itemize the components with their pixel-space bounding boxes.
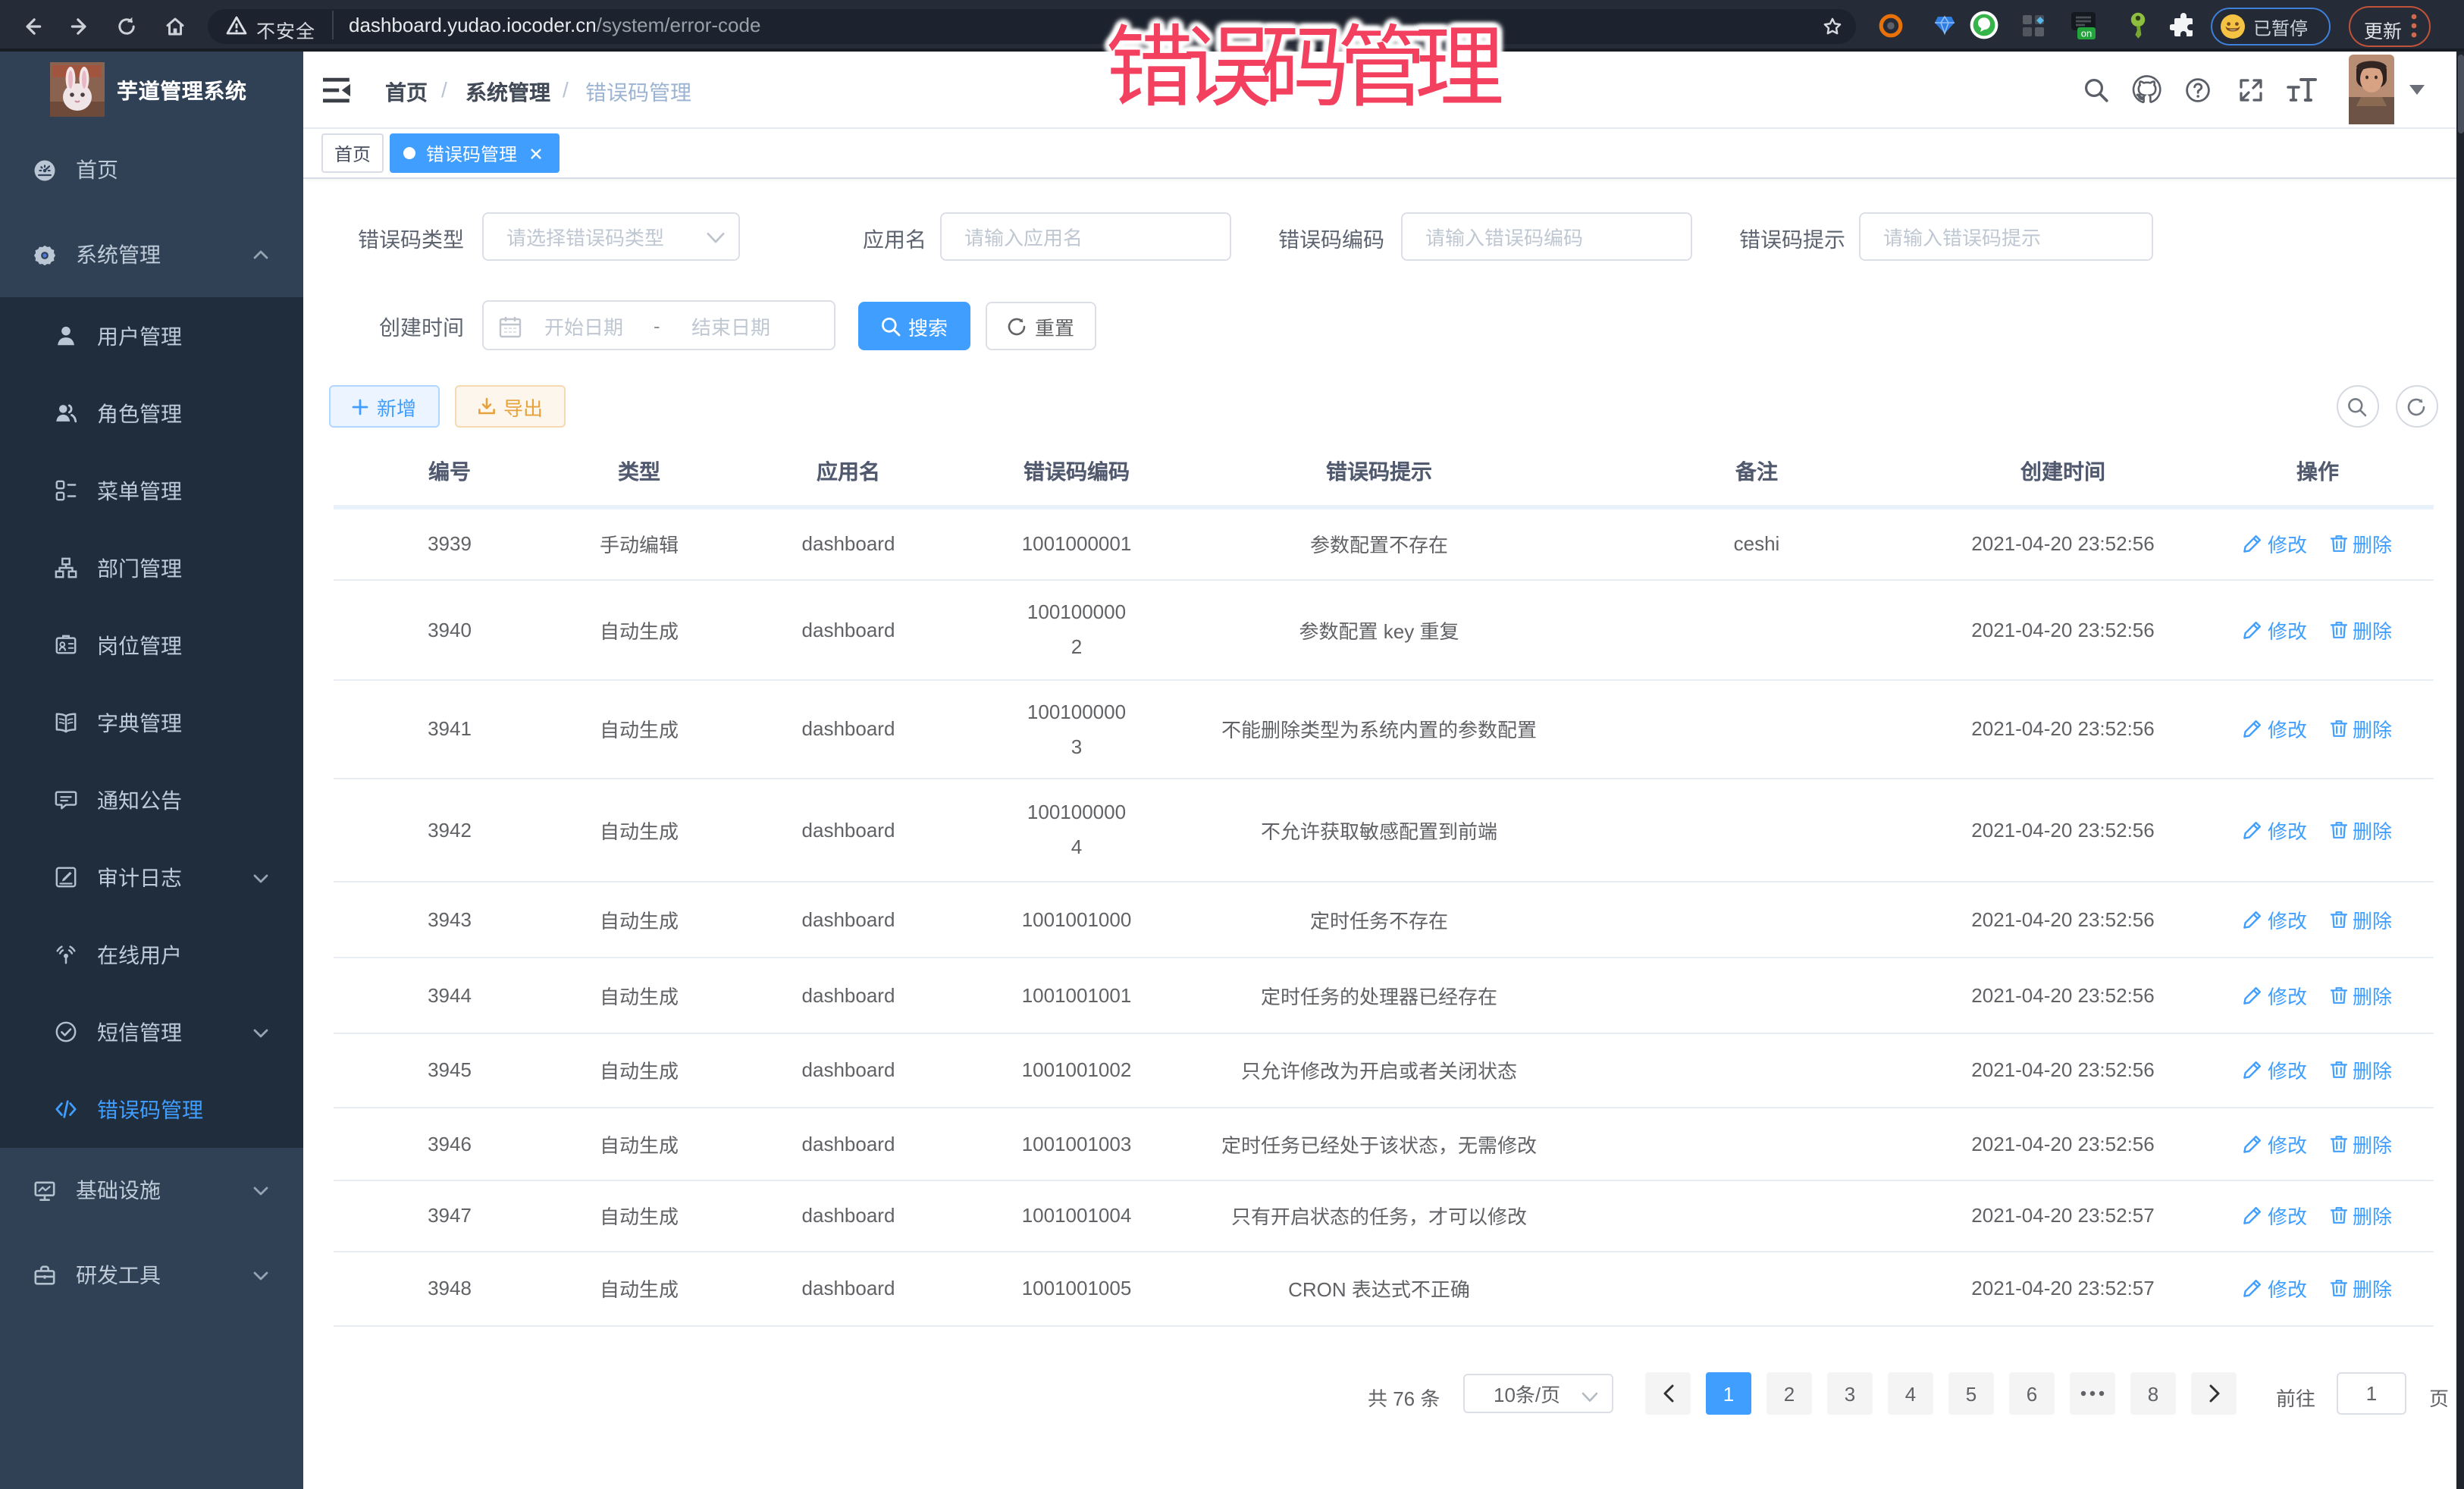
svg-text:on: on [2081, 27, 2092, 39]
